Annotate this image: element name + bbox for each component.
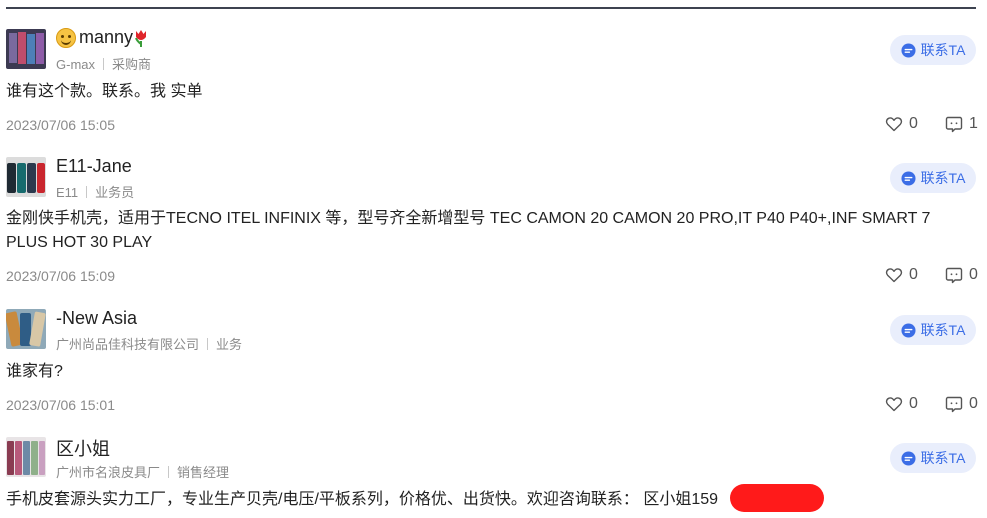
contact-button[interactable]: 联系TA: [890, 315, 976, 345]
username[interactable]: E11-Jane: [56, 156, 132, 177]
contact-button[interactable]: 联系TA: [890, 35, 976, 65]
contact-button[interactable]: 联系TA: [890, 443, 976, 473]
contact-label: 联系TA: [920, 42, 966, 58]
heart-outline-icon: [885, 397, 903, 412]
like-button[interactable]: 0: [885, 395, 918, 413]
username-text: manny: [79, 27, 134, 47]
avatar[interactable]: [6, 437, 46, 477]
top-divider: [6, 7, 976, 9]
like-button[interactable]: 0: [885, 266, 918, 284]
chat-bubble-icon: [901, 450, 916, 466]
chat-bubble-icon: [901, 170, 916, 186]
contact-label: 联系TA: [920, 322, 966, 338]
post-timestamp: 2023/07/06 15:01: [6, 397, 115, 413]
comment-button[interactable]: 0: [945, 395, 978, 413]
avatar[interactable]: [6, 29, 46, 69]
heart-outline-icon: [885, 117, 903, 132]
meta-divider: [168, 466, 170, 478]
meta-divider: [207, 338, 209, 350]
user-meta: 广州市名浪皮具厂 销售经理: [56, 462, 229, 481]
post-content: 谁有这个款。联系。我 实单: [6, 83, 203, 100]
comment-bubble-icon: [945, 267, 963, 284]
username-text: 区小姐: [56, 439, 110, 459]
comment-button[interactable]: 0: [945, 266, 978, 284]
post-timestamp: 2023/07/06 15:09: [6, 268, 115, 284]
comment-count: 0: [969, 266, 978, 283]
company-name: E11: [56, 185, 79, 200]
username[interactable]: -New Asia: [56, 308, 137, 329]
post-content: 金刚侠手机壳，适用于TECNO ITEL INFINIX 等，型号齐全新增型号 …: [6, 210, 931, 251]
user-role: 业务员: [95, 185, 135, 200]
user-role: 业务: [216, 337, 243, 352]
like-count: 0: [909, 395, 918, 412]
avatar[interactable]: [6, 309, 46, 349]
comment-count: 0: [969, 395, 978, 412]
contact-button[interactable]: 联系TA: [890, 163, 976, 193]
smile-emoji-icon: [56, 27, 76, 48]
post-timestamp: 2023/07/06 15:05: [6, 117, 115, 133]
chat-bubble-icon: [901, 322, 916, 338]
comment-count: 1: [969, 115, 978, 132]
avatar[interactable]: [6, 157, 46, 197]
username[interactable]: 区小姐: [56, 435, 110, 461]
company-name: 广州尚品佳科技有限公司: [56, 337, 200, 352]
username-text: E11-Jane: [56, 156, 132, 176]
redaction-mark: [730, 484, 824, 512]
user-meta: E11 业务员: [56, 182, 134, 201]
contact-label: 联系TA: [920, 450, 966, 466]
like-count: 0: [909, 115, 918, 132]
comment-button[interactable]: 1: [945, 115, 978, 133]
like-count: 0: [909, 266, 918, 283]
company-name: 广州市名浪皮具厂: [56, 465, 161, 480]
user-meta: 广州尚品佳科技有限公司 业务: [56, 334, 242, 353]
tulip-emoji-icon: [135, 29, 147, 47]
chat-bubble-icon: [901, 42, 916, 58]
company-name: G-max: [56, 57, 95, 72]
comment-bubble-icon: [945, 116, 963, 133]
username-text: -New Asia: [56, 308, 138, 328]
meta-divider: [86, 186, 88, 198]
comment-bubble-icon: [945, 396, 963, 413]
post-content: 谁家有?: [6, 363, 63, 380]
user-role: 销售经理: [177, 465, 230, 480]
like-button[interactable]: 0: [885, 115, 918, 133]
user-meta: G-max 采购商: [56, 54, 151, 73]
contact-label: 联系TA: [920, 170, 966, 186]
username[interactable]: manny: [56, 27, 148, 48]
meta-divider: [103, 58, 104, 70]
heart-outline-icon: [885, 268, 903, 283]
user-role: 采购商: [112, 57, 152, 72]
